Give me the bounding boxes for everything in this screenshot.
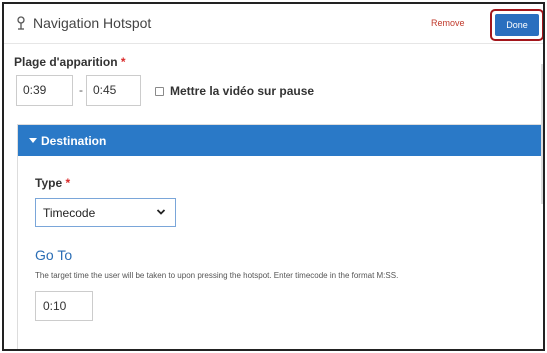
type-select-value: Timecode: [43, 206, 96, 220]
plage-label: Plage d'apparition *: [14, 55, 126, 69]
required-mark: *: [65, 176, 71, 190]
done-button[interactable]: Done: [495, 14, 539, 36]
type-select[interactable]: Timecode: [35, 198, 176, 227]
panel-title: Navigation Hotspot: [33, 15, 152, 31]
chevron-down-icon: [156, 209, 166, 215]
hotspot-editor-panel: Navigation Hotspot Remove Done Plage d'a…: [2, 2, 545, 351]
type-label-text: Type: [35, 176, 63, 190]
scrollbar[interactable]: [541, 64, 543, 204]
destination-header[interactable]: Destination: [18, 125, 543, 156]
hotspot-pin-icon: [17, 16, 25, 30]
pause-video-checkbox[interactable]: [155, 87, 164, 96]
destination-title: Destination: [41, 134, 107, 148]
required-mark: *: [120, 55, 126, 69]
time-range-separator: -: [79, 83, 83, 97]
type-label: Type *: [35, 176, 70, 190]
start-time-input[interactable]: 0:39: [16, 75, 73, 106]
goto-title: Go To: [35, 247, 73, 263]
destination-panel: Destination Type * Timecode Go To The ta…: [17, 124, 543, 349]
plage-label-text: Plage d'apparition: [14, 55, 118, 69]
editor-header: Navigation Hotspot Remove Done: [4, 4, 543, 44]
pause-video-label: Mettre la vidéo sur pause: [170, 84, 315, 98]
goto-time-input[interactable]: 0:10: [35, 291, 93, 321]
caret-down-icon: [29, 138, 37, 143]
end-time-input[interactable]: 0:45: [86, 75, 141, 106]
done-button-highlight: Done: [490, 9, 543, 41]
goto-description: The target time the user will be taken t…: [35, 271, 399, 280]
remove-button[interactable]: Remove: [431, 18, 465, 28]
